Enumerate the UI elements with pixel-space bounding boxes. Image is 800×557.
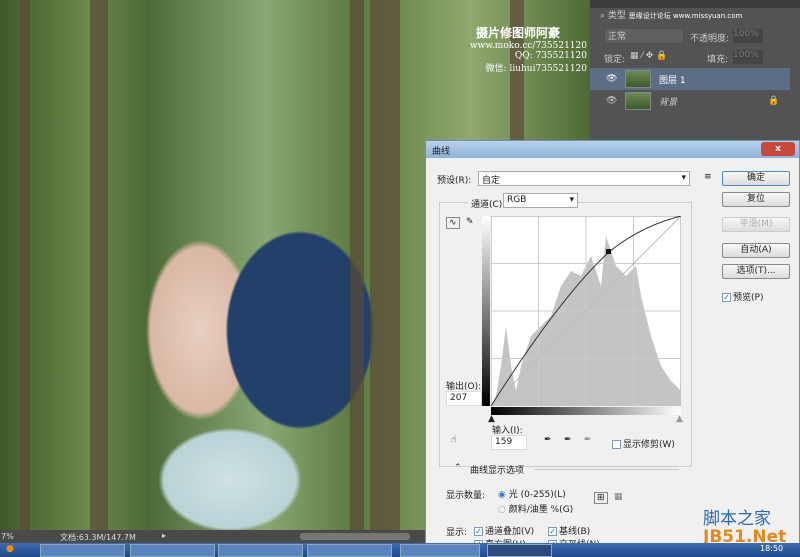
layer-name: 图层 1 [659,75,686,86]
taskbar-item[interactable] [218,544,303,557]
watermark-qq: QQ: 735521120 [514,51,587,61]
site-mark: 思缘设计论坛 www.missyuan.com [628,12,743,20]
opacity-label: 不透明度: [690,34,730,44]
curve-graph[interactable] [491,216,681,406]
taskbar-item[interactable] [307,544,392,557]
status-menu-arrow-icon[interactable]: ▸ [162,531,166,540]
light-option-label: 光 (0-255)(L) [508,490,566,500]
taskbar-item[interactable] [40,544,125,557]
preset-select[interactable]: 自定 ▾ [478,171,690,186]
layer-row[interactable]: 👁 图层 1 [590,68,790,90]
show-clipping-label: 显示修剪(W) [623,440,675,450]
curves-dialog: 曲线 x 预设(R): 自定 ▾ ≡ 通道(C): RGB ▾ ∿ ✎ ▲ ▲ 输出… [425,140,800,550]
display-options-heading: 曲线显示选项 [470,466,525,476]
layers-panel: ⌕ 类型 思缘设计论坛 www.missyuan.com 正常 不透明度: 10… [590,0,800,140]
watermark-wechat: 微信: liuhui735521120 [485,64,587,74]
pigment-radio[interactable]: ○ 颜料/油墨 %(G) [498,502,573,515]
smooth-button[interactable]: 平滑(M) [722,217,790,232]
dialog-title: 曲线 [426,141,799,158]
close-button[interactable]: x [761,142,795,156]
pigment-option-label: 颜料/油墨 %(G) [508,505,574,515]
taskbar-item[interactable] [130,544,215,557]
status-bar: 7% 文档:63.3M/147.7M ▸ [0,530,425,543]
zoom-level[interactable]: 7% [1,532,14,541]
watermark: 摄片修图师阿豪 www.moko.cc/735521120 QQ: 735521… [400,24,590,74]
simple-grid-icon[interactable]: ⊞ [594,492,608,504]
output-field[interactable]: 207 [446,391,482,406]
lock-label: 锁定: [604,55,626,65]
layer-name: 背景 [659,97,678,108]
preset-value: 自定 [482,176,501,186]
opacity-field[interactable]: 100% [733,29,763,43]
preset-options-icon[interactable]: ≡ [704,172,712,182]
auto-button[interactable]: 自动(A) [722,243,790,258]
search-label: 类型 [607,11,626,21]
site-logo: 脚本之家 JB51.Net [703,510,786,546]
on-image-adjust-icon[interactable]: ☝ [451,435,456,445]
input-gradient [491,407,681,415]
watermark-url: www.moko.cc/735521120 [469,41,587,51]
channel-select[interactable]: RGB ▾ [503,193,578,208]
input-field[interactable]: 159 [491,435,527,450]
horizontal-scrollbar[interactable] [300,533,410,540]
clock: 18:50 [760,544,784,553]
fill-label: 填充: [707,55,729,65]
layer-row[interactable]: 👁 背景 🔒 [590,90,790,112]
curve-point [606,249,611,254]
doc-size: 文档:63.3M/147.7M [60,533,136,542]
fill-field[interactable]: 100% [733,50,763,64]
channel-overlay-label: 通道叠加(V) [485,527,535,537]
show-amount-label: 显示数量: [446,491,486,501]
watermark-title: 摄片修图师阿豪 [475,26,560,40]
ok-button[interactable]: 确定 [722,171,790,186]
reset-button[interactable]: 复位 [722,192,790,207]
eye-icon[interactable]: 👁 [606,96,617,106]
detailed-grid-icon[interactable]: ▦ [614,492,623,502]
baseline-label: 基线(B) [559,527,591,537]
preview-label: 预览(P) [733,293,764,303]
white-slider[interactable]: ▲ [676,414,683,424]
eye-icon[interactable]: 👁 [606,74,617,84]
site-logo-cn: 脚本之家 [703,509,771,529]
blend-mode-select[interactable]: 正常 [605,29,683,43]
preview-checkbox[interactable]: ✓ 预览(P) [722,290,763,303]
preset-label: 预设(R): [437,176,472,186]
gray-eyedropper-icon[interactable]: ✒ [564,435,572,445]
taskbar-item-photoshop[interactable] [487,544,552,557]
curve-tool-icon[interactable]: ∿ [446,217,460,229]
output-gradient [482,216,490,406]
channel-overlay-checkbox[interactable]: ✓ 通道叠加(V) [474,524,534,537]
black-eyedropper-icon[interactable]: ✒ [544,435,552,445]
pencil-icon[interactable]: ✎ [466,217,474,227]
taskbar-item[interactable] [400,544,480,557]
taskbar: ● 18:50 [0,543,800,557]
options-button[interactable]: 选项(T)... [722,264,790,279]
white-eyedropper-icon[interactable]: ✒ [584,435,592,445]
lock-icon: 🔒 [768,96,780,106]
channel-value: RGB [507,195,527,205]
lock-icons[interactable]: ▦ ⁄ ✥ 🔒 [630,51,667,61]
show-clipping-checkbox[interactable]: 显示修剪(W) [612,437,675,450]
light-radio[interactable]: ◉ 光 (0-255)(L) [498,487,566,500]
baseline-checkbox[interactable]: ✓ 基线(B) [548,524,590,537]
start-button[interactable]: ● [6,544,14,554]
show-label: 显示: [446,528,468,538]
layer-search[interactable]: ⌕ 类型 思缘设计论坛 www.missyuan.com [600,8,790,22]
collapse-options-icon[interactable]: ⌃ [454,463,462,473]
